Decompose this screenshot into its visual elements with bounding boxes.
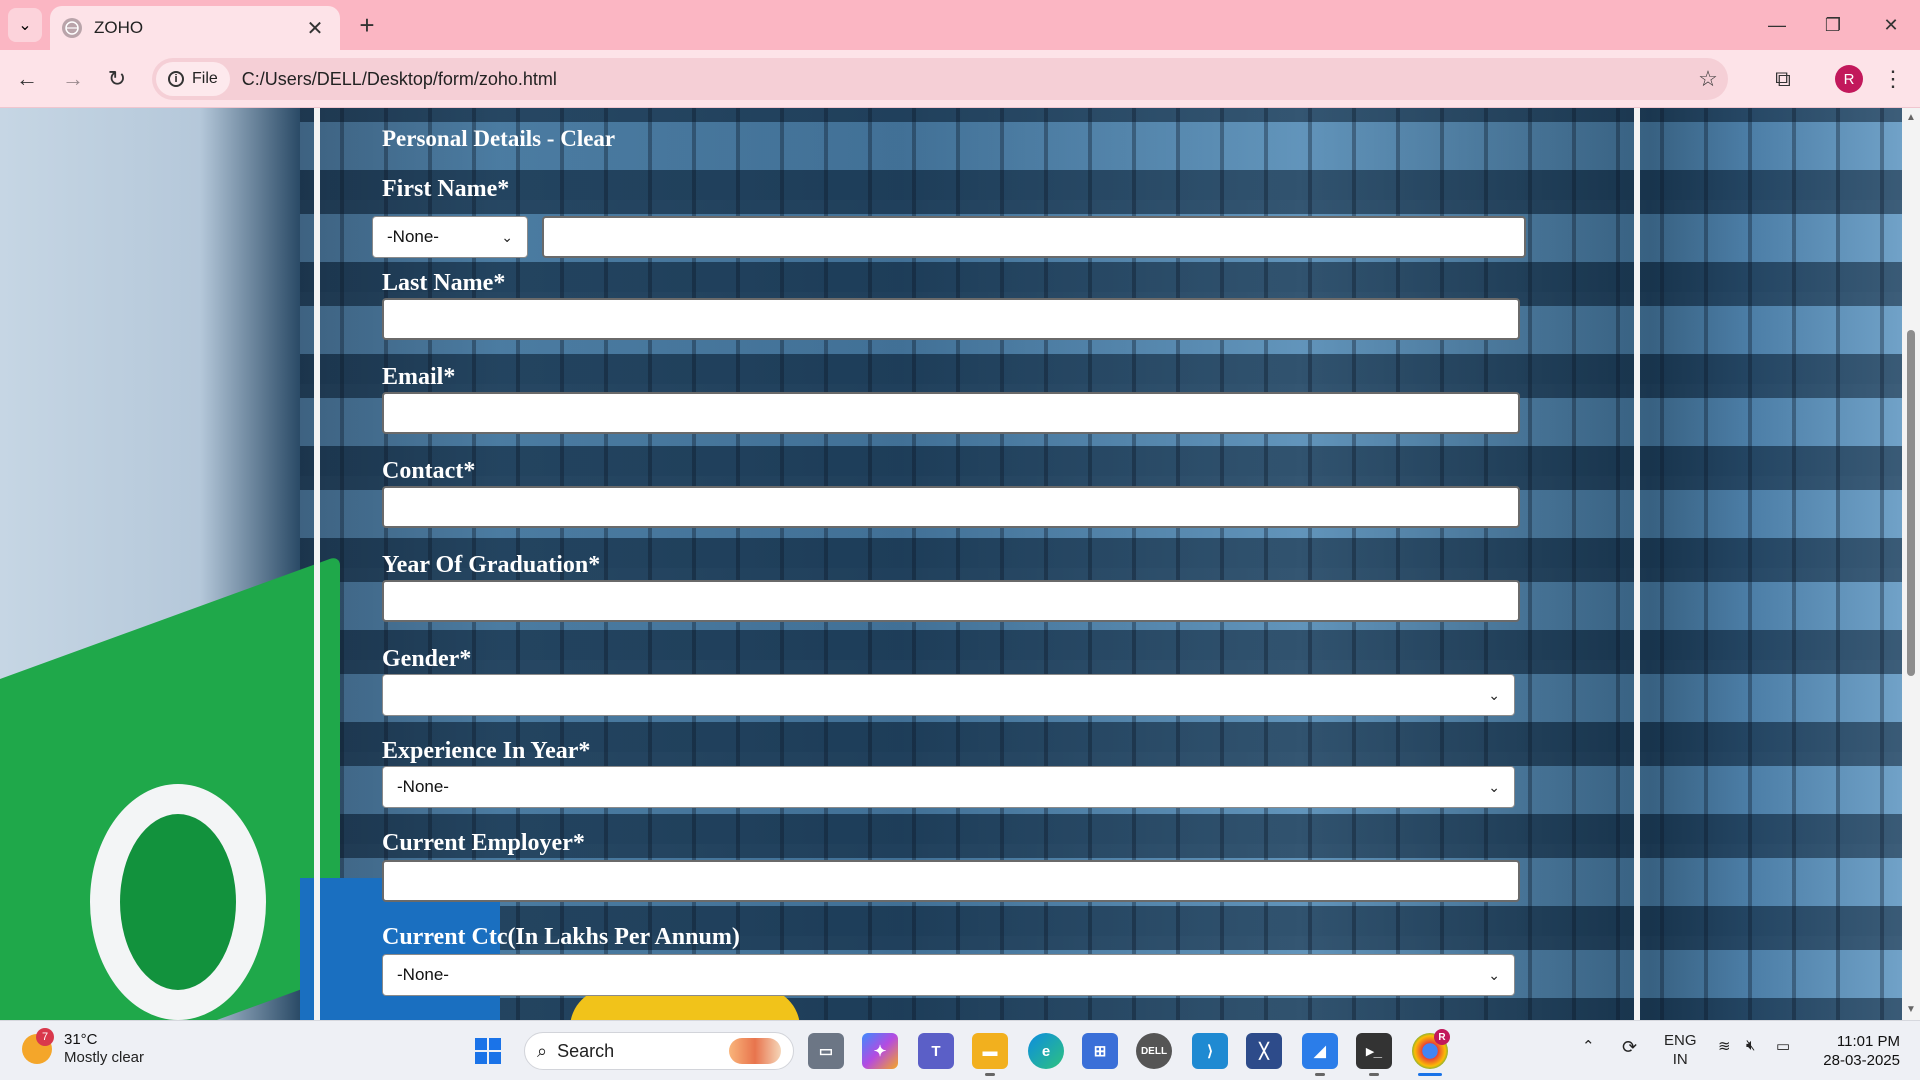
last-name-input[interactable]	[382, 298, 1520, 340]
vscode-icon[interactable]: ⟩	[1192, 1033, 1228, 1069]
wifi-icon[interactable]: ≋	[1718, 1037, 1731, 1055]
dell-icon[interactable]: DELL	[1136, 1033, 1172, 1069]
experience-label: Experience In Year*	[382, 738, 591, 764]
site-info-chip[interactable]: i File	[156, 62, 230, 96]
terminal-active-indicator	[1369, 1073, 1379, 1076]
start-windows-icon[interactable]	[470, 1033, 506, 1069]
gender-select[interactable]: ⌄	[382, 674, 1515, 716]
sync-icon[interactable]: ⟳	[1622, 1037, 1637, 1058]
current-ctc-select[interactable]: -None- ⌄	[382, 954, 1515, 996]
chrome-profile-badge: R	[1434, 1029, 1450, 1045]
back-button[interactable]: ←	[10, 62, 44, 96]
close-tab-icon[interactable]: ✕	[302, 16, 328, 41]
taskbar-search[interactable]: ⌕ Search	[524, 1032, 794, 1070]
weather-widget[interactable]: 7 31°C Mostly clear	[22, 1028, 145, 1067]
extensions-puzzle-icon[interactable]: ⧉	[1766, 62, 1800, 96]
url-text[interactable]: C:/Users/DELL/Desktop/form/zoho.html	[242, 69, 1688, 90]
browser-tab-bar: ⌄ ZOHO ✕ + — ❐ ✕	[0, 0, 1920, 50]
photos-icon[interactable]: ◢	[1302, 1033, 1338, 1069]
task-view-icon[interactable]: ▭	[808, 1033, 844, 1069]
browser-tab[interactable]: ZOHO ✕	[50, 6, 340, 50]
profile-avatar[interactable]: R	[1835, 65, 1863, 93]
teams-icon[interactable]: T	[918, 1033, 954, 1069]
current-employer-label: Current Employer*	[382, 830, 585, 856]
chrome-active-indicator	[1418, 1073, 1442, 1076]
store-icon[interactable]: ⊞	[1082, 1033, 1118, 1069]
current-ctc-label: Current Ctc(In Lakhs Per Annum)	[382, 924, 740, 950]
forward-button[interactable]: →	[56, 62, 90, 96]
language-line1: ENG	[1664, 1032, 1697, 1049]
chevron-down-icon: ⌄	[1488, 778, 1500, 795]
contact-label: Contact*	[382, 458, 476, 484]
contact-input[interactable]	[382, 486, 1520, 528]
edge-icon[interactable]: e	[1028, 1033, 1064, 1069]
search-label: Search	[557, 1040, 615, 1061]
browser-toolbar: ← → ↻ i File C:/Users/DELL/Desktop/form/…	[0, 50, 1920, 108]
weather-sun-icon: 7	[22, 1028, 54, 1064]
site-chip-label: File	[192, 70, 218, 87]
terminal-icon[interactable]: ▸_	[1356, 1033, 1392, 1069]
battery-icon[interactable]: ▭	[1776, 1037, 1790, 1055]
copilot-icon[interactable]: ✦	[862, 1033, 898, 1069]
graduation-year-label: Year Of Graduation*	[382, 552, 601, 578]
reload-button[interactable]: ↻	[100, 62, 134, 96]
experience-select[interactable]: -None- ⌄	[382, 766, 1515, 808]
gender-label: Gender*	[382, 646, 472, 672]
first-name-label: First Name*	[382, 176, 510, 202]
show-hidden-icons-chevron-icon[interactable]: ⌃	[1582, 1037, 1595, 1055]
chevron-down-icon: ⌄	[1488, 966, 1500, 983]
close-window-button[interactable]: ✕	[1868, 8, 1914, 42]
chrome-icon[interactable]: R	[1412, 1029, 1450, 1069]
chevron-down-icon: ⌄	[18, 17, 32, 34]
system-clock[interactable]: 11:01 PM 28-03-2025	[1804, 1032, 1900, 1070]
info-icon: i	[168, 71, 184, 87]
last-name-label: Last Name*	[382, 270, 506, 296]
personal-details-form: Personal Details - Clear First Name* -No…	[320, 108, 1640, 1020]
muted-speaker-icon[interactable]: 🔇︎	[1746, 1037, 1755, 1054]
app-icon[interactable]: ╳	[1246, 1033, 1282, 1069]
explorer-active-indicator	[985, 1073, 995, 1076]
current-employer-input[interactable]	[382, 860, 1520, 902]
new-tab-button[interactable]: +	[352, 10, 382, 40]
scroll-up-arrow-icon[interactable]: ▲	[1905, 112, 1917, 124]
globe-icon	[62, 18, 82, 38]
language-line2: IN	[1672, 1051, 1688, 1068]
page-viewport: Personal Details - Clear First Name* -No…	[0, 108, 1902, 1020]
page-scrollbar[interactable]: ▲ ▼	[1902, 108, 1920, 1020]
restore-button[interactable]: ❐	[1810, 8, 1856, 42]
temperature: 31°C	[64, 1031, 98, 1048]
chevron-down-icon: ⌄	[501, 228, 513, 245]
salutation-select[interactable]: -None- ⌄	[372, 216, 528, 258]
scroll-thumb[interactable]	[1907, 330, 1915, 676]
windows-taskbar: 7 31°C Mostly clear ⌕ Search ▭ ✦ T ▬ e ⊞…	[0, 1020, 1920, 1080]
photos-active-indicator	[1315, 1073, 1325, 1076]
email-input[interactable]	[382, 392, 1520, 434]
address-bar[interactable]: i File C:/Users/DELL/Desktop/form/zoho.h…	[152, 58, 1728, 100]
minimize-button[interactable]: —	[1754, 8, 1800, 42]
kebab-menu-icon[interactable]: ⋮	[1878, 62, 1908, 96]
language-indicator[interactable]: ENG IN	[1664, 1031, 1697, 1069]
search-icon: ⌕	[537, 1040, 548, 1061]
first-name-input[interactable]	[542, 216, 1526, 258]
clock-date: 28-03-2025	[1823, 1052, 1900, 1069]
graduation-year-input[interactable]	[382, 580, 1520, 622]
bookmark-star-icon[interactable]: ☆	[1688, 66, 1728, 92]
section-title: Personal Details - Clear	[382, 126, 616, 151]
clock-time: 11:01 PM	[1836, 1033, 1900, 1050]
weather-condition: Mostly clear	[64, 1049, 145, 1066]
scroll-down-arrow-icon[interactable]: ▼	[1905, 1004, 1917, 1016]
background-cube-ring	[90, 784, 266, 1020]
search-highlight-image	[729, 1038, 781, 1064]
experience-value: -None-	[397, 777, 449, 796]
salutation-value: -None-	[387, 227, 439, 246]
tab-search-button[interactable]: ⌄	[8, 8, 42, 42]
weather-badge: 7	[36, 1028, 54, 1046]
chevron-down-icon: ⌄	[1488, 686, 1500, 703]
email-label: Email*	[382, 364, 456, 390]
file-explorer-icon[interactable]: ▬	[972, 1033, 1008, 1069]
ctc-value: -None-	[397, 965, 449, 984]
tab-title: ZOHO	[94, 18, 144, 37]
